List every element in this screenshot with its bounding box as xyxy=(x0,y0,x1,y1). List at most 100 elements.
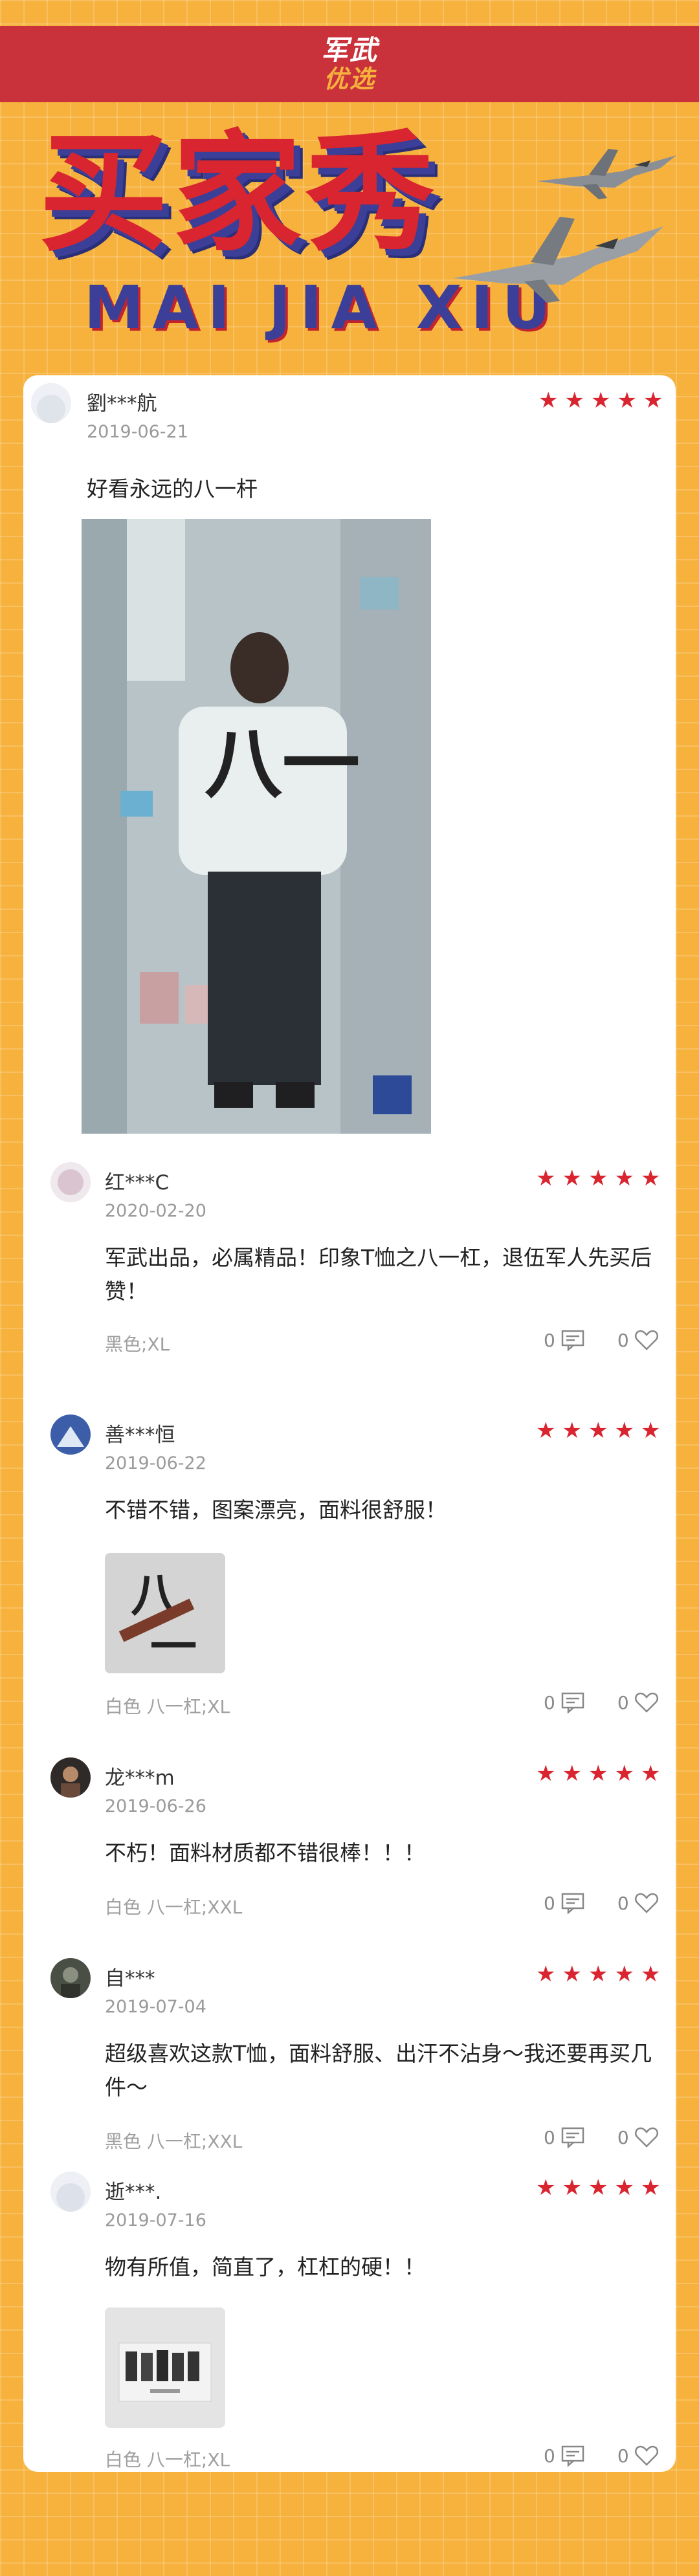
like-button[interactable]: 0 xyxy=(617,1892,659,1914)
like-count: 0 xyxy=(617,2126,629,2148)
fighter-jet-icon xyxy=(453,217,663,303)
star-icon: ★ xyxy=(640,2175,661,2201)
star-icon: ★ xyxy=(614,1961,634,1987)
star-icon: ★ xyxy=(588,1418,608,1444)
star-icon: ★ xyxy=(564,388,584,413)
review-date: 2019-07-04 xyxy=(105,1997,206,2017)
comment-icon xyxy=(561,1692,584,1713)
star-icon: ★ xyxy=(536,1418,556,1444)
review-text: 军武出品，必属精品！印象T恤之八一杠，退伍军人先买后赞！ xyxy=(105,1245,652,1304)
heart-icon xyxy=(634,1893,658,1913)
comment-button[interactable]: 0 xyxy=(544,1691,585,1713)
product-spec: 白色 八一杠;XXL xyxy=(105,1897,243,1918)
avatar[interactable] xyxy=(50,1958,91,1998)
review-photo[interactable]: 八一 xyxy=(82,519,431,1134)
avatar[interactable] xyxy=(50,1757,91,1798)
heart-icon xyxy=(634,2127,658,2148)
reviewer-name: 逝***. xyxy=(105,2181,162,2204)
review-date: 2019-06-21 xyxy=(87,422,188,442)
comment-button[interactable]: 0 xyxy=(544,1892,585,1914)
star-icon: ★ xyxy=(562,1761,582,1787)
star-icon: ★ xyxy=(643,388,663,413)
reviewer-name: 善***恒 xyxy=(105,1424,175,1447)
star-icon: ★ xyxy=(536,2175,556,2201)
star-icon: ★ xyxy=(536,1961,556,1987)
logo-line-2: 优选 xyxy=(323,65,375,93)
like-count: 0 xyxy=(617,2445,629,2467)
top-banner: 军武 优选 xyxy=(0,26,699,102)
like-count: 0 xyxy=(617,1691,629,1713)
like-button[interactable]: 0 xyxy=(617,1691,659,1713)
star-icon: ★ xyxy=(614,1761,634,1787)
comment-count: 0 xyxy=(544,2445,555,2467)
comment-icon xyxy=(561,2445,584,2467)
review-text: 好看永远的八一杆 xyxy=(87,476,258,501)
star-icon: ★ xyxy=(588,2175,608,2201)
avatar[interactable] xyxy=(31,383,71,423)
product-spec: 白色 八一杠;XL xyxy=(105,1696,230,1717)
star-icon: ★ xyxy=(590,388,611,413)
star-icon: ★ xyxy=(536,1165,556,1191)
comment-button[interactable]: 0 xyxy=(544,2126,585,2148)
review-actions: 0 0 xyxy=(544,1892,659,1914)
review-text: 不朽！面料材质都不错很棒！！！ xyxy=(105,1840,425,1866)
rating-stars: ★ ★ ★ ★ ★ xyxy=(536,1963,660,1985)
rating-stars: ★ ★ ★ ★ ★ xyxy=(538,390,663,412)
star-icon: ★ xyxy=(614,1165,634,1191)
rating-stars: ★ ★ ★ ★ ★ xyxy=(536,2177,660,2199)
like-button[interactable]: 0 xyxy=(617,2445,659,2467)
comment-button[interactable]: 0 xyxy=(544,1329,585,1351)
review-item: 逝***. 2019-07-16 ★ ★ ★ ★ ★ 物有所值，简直了，杠杠的硬！！ 白… xyxy=(23,2161,676,2472)
star-icon: ★ xyxy=(588,1961,608,1987)
star-icon: ★ xyxy=(562,1418,582,1444)
star-icon: ★ xyxy=(617,388,637,413)
like-count: 0 xyxy=(617,1892,629,1914)
avatar[interactable] xyxy=(50,2172,91,2212)
comment-icon xyxy=(561,2127,584,2148)
comment-count: 0 xyxy=(544,1329,555,1351)
heart-icon xyxy=(634,1692,658,1713)
comment-count: 0 xyxy=(544,1892,555,1914)
fighter-jet-icon xyxy=(537,149,676,199)
review-text: 超级喜欢这款T恤，面料舒服、出汗不沾身～我还要再买几件～ xyxy=(105,2041,652,2100)
reviewer-name: 自*** xyxy=(105,1967,155,1990)
logo-line-1: 军武 xyxy=(320,34,378,66)
review-photo-thumb[interactable] xyxy=(105,2307,225,2428)
product-spec: 黑色 八一杠;XXL xyxy=(105,2131,243,2152)
product-spec: 黑色;XL xyxy=(105,1334,170,1355)
svg-text:一: 一 xyxy=(150,1620,197,1673)
rating-stars: ★ ★ ★ ★ ★ xyxy=(536,1167,660,1189)
rating-stars: ★ ★ ★ ★ ★ xyxy=(536,1763,660,1785)
avatar[interactable] xyxy=(50,1415,91,1455)
reviewer-name: 龙***m xyxy=(105,1767,175,1790)
review-actions: 0 0 xyxy=(544,1329,659,1351)
review-date: 2019-06-26 xyxy=(105,1796,206,1816)
comment-button[interactable]: 0 xyxy=(544,2445,585,2467)
review-date: 2020-02-20 xyxy=(105,1201,206,1221)
review-photo-thumb[interactable]: 八 一 xyxy=(105,1553,225,1673)
review-text: 物有所值，简直了，杠杠的硬！！ xyxy=(105,2254,425,2280)
star-icon: ★ xyxy=(614,2175,634,2201)
like-button[interactable]: 0 xyxy=(617,2126,659,2148)
star-icon: ★ xyxy=(588,1761,608,1787)
star-icon: ★ xyxy=(538,388,559,413)
star-icon: ★ xyxy=(562,2175,582,2201)
review-date: 2019-07-16 xyxy=(105,2210,206,2230)
heart-icon xyxy=(634,1330,658,1350)
review-text: 不错不错，图案漂亮，面料很舒服！ xyxy=(105,1497,447,1523)
product-spec: 白色 八一杠;XL xyxy=(105,2449,230,2471)
comment-icon xyxy=(561,1330,584,1351)
reviewer-name: 红***C xyxy=(105,1171,170,1194)
star-icon: ★ xyxy=(562,1165,582,1191)
rating-stars: ★ ★ ★ ★ ★ xyxy=(536,1420,660,1442)
reviewer-name: 劉***航 xyxy=(87,392,157,415)
avatar[interactable] xyxy=(50,1162,91,1202)
review-actions: 0 0 xyxy=(544,2445,659,2467)
hero-title: 买家秀 xyxy=(39,118,439,269)
review-item: 龙***m 2019-06-26 ★ ★ ★ ★ ★ 不朽！面料材质都不错很棒！！！ 白… xyxy=(23,1747,676,1941)
like-button[interactable]: 0 xyxy=(617,1329,659,1351)
comment-count: 0 xyxy=(544,2126,555,2148)
star-icon: ★ xyxy=(614,1418,634,1444)
like-count: 0 xyxy=(617,1329,629,1351)
star-icon: ★ xyxy=(588,1165,608,1191)
